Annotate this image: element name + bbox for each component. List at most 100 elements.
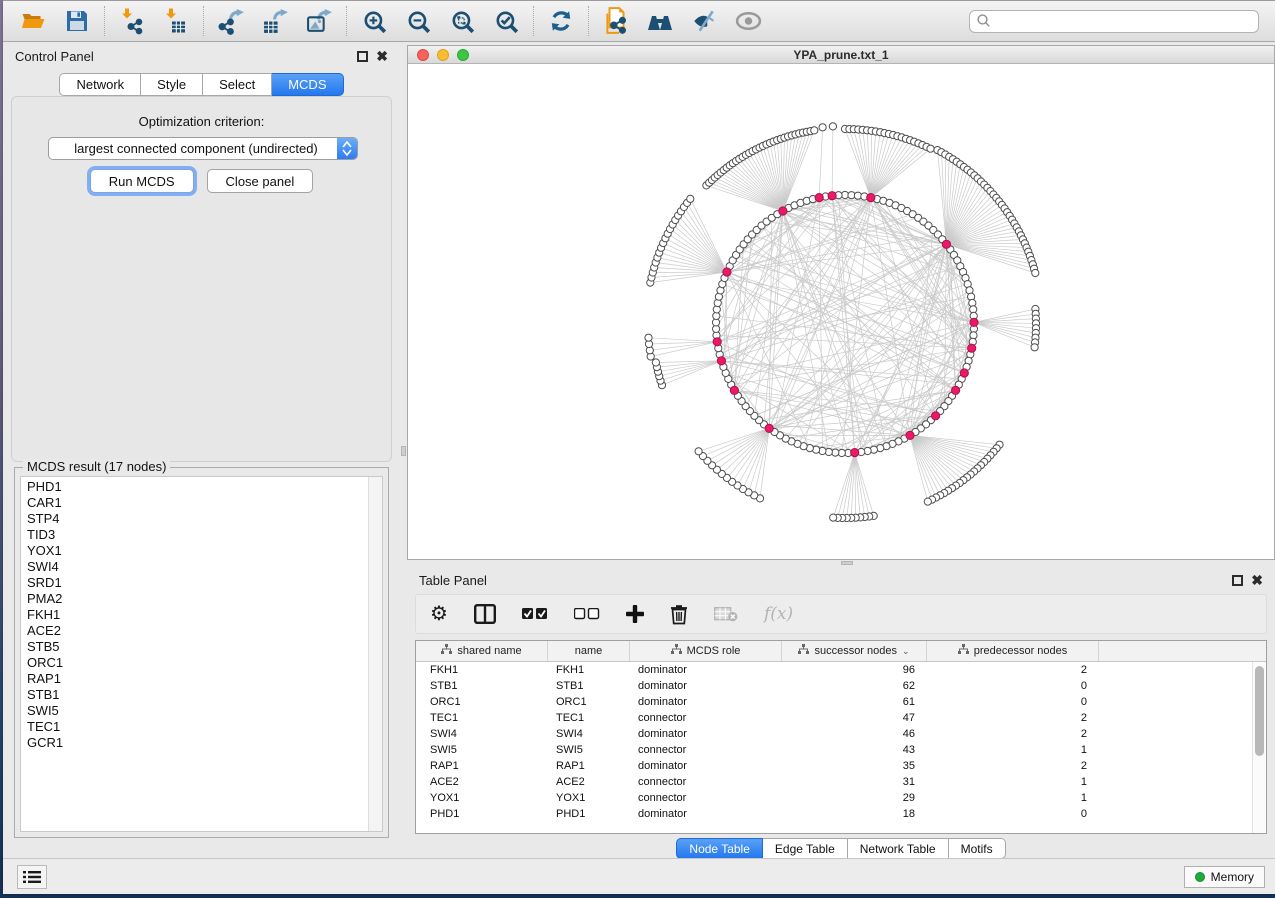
- splitter-grip[interactable]: [841, 561, 853, 565]
- mcds-result-item[interactable]: STP4: [21, 511, 367, 527]
- open-icon[interactable]: [11, 3, 55, 39]
- mcds-result-item[interactable]: STB1: [21, 687, 367, 703]
- tab-network-table[interactable]: Network Table: [848, 838, 949, 859]
- column-header-successor-nodes[interactable]: successor nodes⌄: [782, 641, 927, 661]
- mcds-result-item[interactable]: FKH1: [21, 607, 367, 623]
- clone-network-icon[interactable]: [594, 3, 638, 39]
- cell-mcds_role: dominator: [630, 678, 782, 694]
- network-canvas[interactable]: [408, 64, 1274, 559]
- close-panel-icon[interactable]: ✖: [376, 51, 388, 62]
- column-label: name: [575, 645, 603, 657]
- column-view-icon[interactable]: [474, 599, 496, 629]
- import-table-icon[interactable]: [154, 3, 198, 39]
- node-attribute-icon: [958, 644, 969, 658]
- tab-select[interactable]: Select: [203, 73, 272, 96]
- tab-style[interactable]: Style: [141, 73, 203, 96]
- table-row-FKH1[interactable]: FKH1FKH1dominator962: [416, 662, 1266, 678]
- zoom-selected-icon[interactable]: [484, 3, 528, 39]
- mcds-result-item[interactable]: PMA2: [21, 591, 367, 607]
- mcds-result-item[interactable]: CAR1: [21, 495, 367, 511]
- tab-node-table[interactable]: Node Table: [676, 838, 763, 859]
- column-header-predecessor-nodes[interactable]: predecessor nodes: [927, 641, 1099, 661]
- export-image-icon[interactable]: [297, 3, 341, 39]
- table-row-TEC1[interactable]: TEC1TEC1connector472: [416, 710, 1266, 726]
- cell-successor_nodes: 29: [782, 790, 927, 806]
- network-view-window: YPA_prune.txt_1: [407, 45, 1275, 560]
- delete-column-icon[interactable]: [670, 599, 688, 629]
- splitter-grip[interactable]: [401, 446, 406, 456]
- mcds-result-item[interactable]: SWI4: [21, 559, 367, 575]
- select-all-icon[interactable]: [522, 599, 548, 629]
- refresh-icon[interactable]: [539, 3, 583, 39]
- table-row-STB1[interactable]: STB1STB1dominator620: [416, 678, 1266, 694]
- table-row-SWI5[interactable]: SWI5SWI5connector431: [416, 742, 1266, 758]
- deselect-all-icon[interactable]: [574, 599, 600, 629]
- zoom-in-icon[interactable]: [352, 3, 396, 39]
- scrollbar-thumb[interactable]: [1255, 666, 1264, 756]
- show-details-icon[interactable]: [726, 3, 770, 39]
- zoom-fit-icon[interactable]: [440, 3, 484, 39]
- cell-name: SWI5: [548, 742, 630, 758]
- cell-shared_name: SWI5: [416, 742, 548, 758]
- tab-edge-table[interactable]: Edge Table: [763, 838, 848, 859]
- cell-predecessor_nodes: 2: [927, 726, 1099, 742]
- table-row-ORC1[interactable]: ORC1ORC1dominator610: [416, 694, 1266, 710]
- table-row-SWI4[interactable]: SWI4SWI4dominator462: [416, 726, 1266, 742]
- mcds-result-item[interactable]: TEC1: [21, 719, 367, 735]
- cell-shared_name: SWI4: [416, 726, 548, 742]
- export-network-icon[interactable]: [209, 3, 253, 39]
- mcds-result-item[interactable]: ORC1: [21, 655, 367, 671]
- zoom-out-icon[interactable]: [396, 3, 440, 39]
- criterion-select[interactable]: largest connected component (undirected): [48, 137, 358, 160]
- mcds-result-item[interactable]: YOX1: [21, 543, 367, 559]
- task-history-button[interactable]: [17, 865, 47, 889]
- mcds-result-item[interactable]: ACE2: [21, 623, 367, 639]
- save-icon[interactable]: [55, 3, 99, 39]
- optimization-criterion-label: Optimization criterion:: [12, 114, 391, 129]
- float-panel-icon[interactable]: [357, 51, 368, 62]
- cell-name: ACE2: [548, 774, 630, 790]
- table-settings-icon[interactable]: ⚙: [430, 599, 448, 629]
- cell-successor_nodes: 43: [782, 742, 927, 758]
- mcds-result-item[interactable]: TID3: [21, 527, 367, 543]
- tab-mcds[interactable]: MCDS: [272, 73, 343, 96]
- network-window-titlebar[interactable]: YPA_prune.txt_1: [408, 46, 1274, 64]
- hide-details-icon[interactable]: [682, 3, 726, 39]
- mcds-result-item[interactable]: PHD1: [21, 479, 367, 495]
- add-column-icon[interactable]: [626, 599, 644, 629]
- mcds-result-item[interactable]: SWI5: [21, 703, 367, 719]
- vertical-splitter[interactable]: [400, 42, 407, 858]
- search-input[interactable]: [969, 10, 1259, 33]
- search-network-icon[interactable]: [638, 3, 682, 39]
- table-scrollbar[interactable]: [1252, 662, 1266, 833]
- close-panel-icon[interactable]: ✖: [1251, 575, 1263, 586]
- tab-network[interactable]: Network: [59, 73, 141, 96]
- table-row-ACE2[interactable]: ACE2ACE2connector311: [416, 774, 1266, 790]
- cell-shared_name: FKH1: [416, 662, 548, 678]
- mcds-result-listbox: PHD1CAR1STP4TID3YOX1SWI4SRD1PMA2FKH1ACE2…: [20, 476, 383, 832]
- mcds-list-scrollbar[interactable]: [368, 477, 382, 831]
- cell-successor_nodes: 18: [782, 806, 927, 822]
- tab-motifs[interactable]: Motifs: [949, 838, 1006, 859]
- column-header-name[interactable]: name: [548, 641, 630, 661]
- cell-shared_name: STB1: [416, 678, 548, 694]
- memory-button[interactable]: Memory: [1184, 866, 1265, 888]
- column-header-shared-name[interactable]: shared name: [416, 641, 548, 661]
- cell-successor_nodes: 35: [782, 758, 927, 774]
- float-panel-icon[interactable]: [1232, 575, 1243, 586]
- table-row-RAP1[interactable]: RAP1RAP1dominator352: [416, 758, 1266, 774]
- table-tabs: Node TableEdge TableNetwork TableMotifs: [407, 838, 1275, 859]
- table-row-YOX1[interactable]: YOX1YOX1connector291: [416, 790, 1266, 806]
- column-header-MCDS-role[interactable]: MCDS role: [630, 641, 782, 661]
- mcds-result-item[interactable]: GCR1: [21, 735, 367, 751]
- application-window: Control Panel ✖ NetworkStyleSelectMCDS O…: [3, 0, 1275, 894]
- mcds-result-item[interactable]: RAP1: [21, 671, 367, 687]
- run-mcds-button[interactable]: Run MCDS: [90, 169, 194, 193]
- export-table-icon[interactable]: [253, 3, 297, 39]
- cell-successor_nodes: 96: [782, 662, 927, 678]
- mcds-result-item[interactable]: STB5: [21, 639, 367, 655]
- mcds-result-item[interactable]: SRD1: [21, 575, 367, 591]
- table-row-PHD1[interactable]: PHD1PHD1dominator180: [416, 806, 1266, 822]
- import-network-icon[interactable]: [110, 3, 154, 39]
- close-panel-button[interactable]: Close panel: [207, 169, 314, 193]
